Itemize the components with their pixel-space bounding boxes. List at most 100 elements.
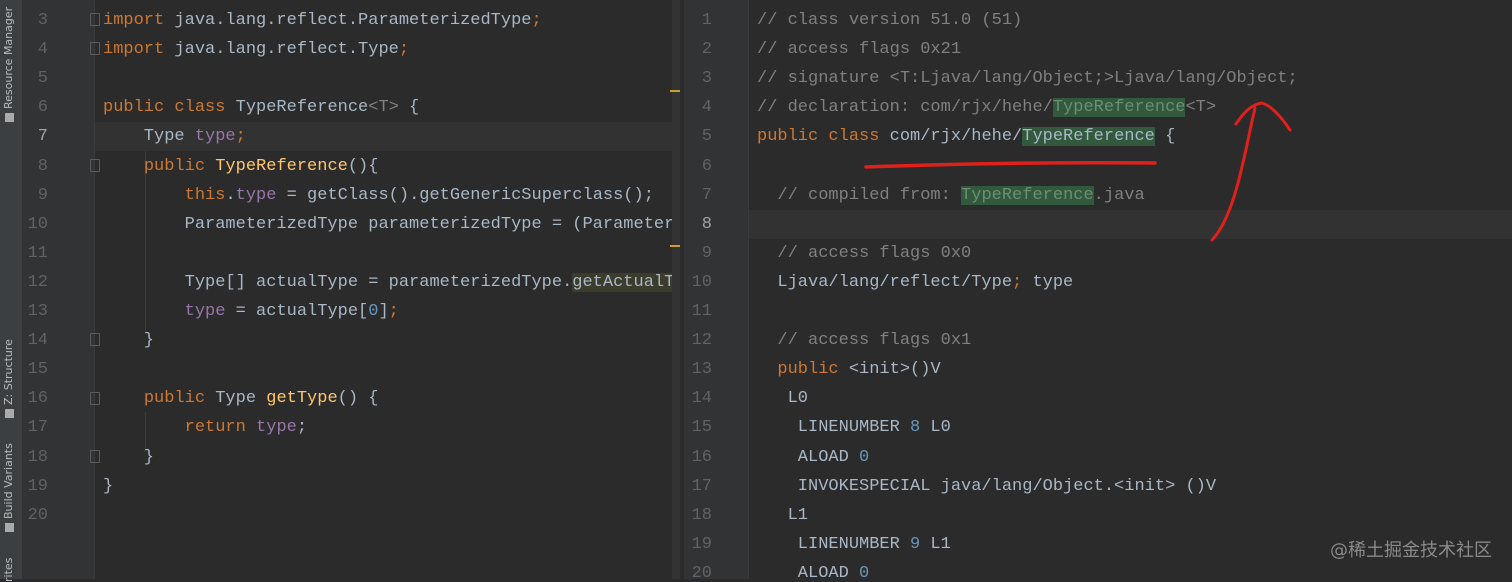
- code-token: public: [777, 360, 839, 380]
- code-token: L1: [757, 505, 809, 525]
- code-token: // access flags 0x1: [757, 331, 972, 351]
- tab-label: Resource Manager: [2, 6, 15, 109]
- favorites-tab[interactable]: rites: [2, 558, 15, 582]
- line-number: 9: [37, 185, 48, 205]
- code-token: return: [184, 418, 257, 438]
- code-token: TypeReference: [961, 185, 1094, 205]
- code-token: ;: [235, 127, 246, 147]
- code-token: ParameterizedType parameterizedType = (P…: [103, 214, 675, 234]
- code-token: type: [235, 185, 277, 205]
- fold-icon[interactable]: [90, 333, 100, 346]
- code-line: LINENUMBER 9 L1: [757, 530, 951, 559]
- code-token: java.lang.reflect.ParameterizedType: [164, 11, 532, 30]
- code-token: 0: [859, 563, 870, 579]
- code-token: ;: [531, 11, 542, 30]
- code-token: }: [103, 331, 155, 351]
- code-token: // class version 51.0 (51): [757, 11, 1023, 30]
- code-line: public Type getType() {: [103, 384, 379, 413]
- tool-window-sidebar: Resource Manager Z: Structure Build Vari…: [0, 0, 23, 582]
- code-token: () {: [337, 389, 379, 409]
- line-number: 6: [701, 156, 712, 176]
- fold-icon[interactable]: [90, 42, 100, 55]
- code-token: public class: [757, 127, 890, 147]
- fold-icon[interactable]: [90, 13, 100, 26]
- tab-label: rites: [2, 557, 15, 582]
- code-line: LINENUMBER 8 L0: [757, 413, 951, 442]
- code-line: Ljava/lang/reflect/Type; type: [757, 268, 1073, 297]
- line-number: 11: [691, 302, 712, 321]
- fold-icon[interactable]: [90, 392, 100, 405]
- structure-icon: [4, 409, 14, 418]
- code-line: import java.lang.reflect.Type;: [103, 35, 409, 64]
- code-token: .java: [1093, 185, 1145, 205]
- code-token: ALOAD: [757, 447, 860, 467]
- code-token: L1: [920, 534, 951, 554]
- code-line: L1: [757, 501, 808, 530]
- tab-label: Build Variants: [2, 443, 15, 519]
- vertical-scrollbar[interactable]: [672, 0, 680, 579]
- code-token: public class: [103, 98, 236, 118]
- code-line: }: [103, 472, 113, 501]
- java-source-editor[interactable]: 3 import java.lang.reflect.ParameterizedT…: [22, 0, 680, 579]
- fold-icon[interactable]: [90, 450, 100, 463]
- code-token: Ljava/lang/reflect/Type: [757, 272, 1013, 292]
- line-number: 8: [37, 156, 48, 176]
- code-token: // access flags 0x0: [757, 243, 972, 263]
- code-token: // signature <T:Ljava/lang/Object;>Ljava…: [757, 69, 1298, 89]
- build-variants-tab[interactable]: Build Variants: [2, 443, 15, 532]
- structure-tab[interactable]: Z: Structure: [2, 339, 15, 418]
- line-number: 5: [701, 127, 712, 147]
- fold-icon[interactable]: [90, 159, 100, 172]
- code-line: public TypeReference(){: [103, 152, 379, 181]
- code-token: (){: [347, 156, 379, 176]
- code-token: // access flags 0x21: [757, 40, 962, 60]
- code-line: import java.lang.reflect.ParameterizedTy…: [103, 6, 542, 35]
- code-token: {: [1154, 127, 1176, 147]
- line-number: 3: [701, 69, 712, 89]
- code-line: ParameterizedType parameterizedType = (P…: [103, 210, 675, 239]
- code-line: public class TypeReference<T> {: [103, 93, 419, 122]
- resource-manager-tab[interactable]: Resource Manager: [2, 7, 15, 122]
- code-token: 0: [859, 447, 870, 467]
- line-number: 6: [37, 98, 48, 118]
- code-token: ;: [296, 418, 308, 438]
- code-line: Type[] actualType = parameterizedType.ge…: [103, 268, 675, 297]
- code-line: // access flags 0x0: [757, 239, 971, 268]
- code-line: L0: [757, 384, 808, 413]
- code-token: type: [256, 418, 297, 438]
- warning-marker[interactable]: [670, 90, 680, 92]
- code-token: Type: [215, 389, 267, 409]
- code-token: }: [103, 447, 155, 467]
- line-number: 12: [691, 331, 712, 351]
- line-number: 7: [37, 127, 48, 147]
- code-token: getType: [266, 389, 338, 409]
- code-token: <T>: [368, 98, 399, 118]
- code-token: type: [184, 302, 226, 321]
- code-token: type: [1022, 272, 1074, 292]
- bytecode-viewer[interactable]: 1 // class version 51.0 (51) 2 // access fl…: [684, 0, 1512, 579]
- code-token: // declaration: com/rjx/hehe/: [757, 98, 1053, 118]
- code-token: ;: [388, 302, 399, 321]
- code-token: Type[] actualType = parameterizedType.: [103, 272, 573, 292]
- line-number: 14: [691, 389, 712, 409]
- code-token: 0: [368, 302, 379, 321]
- line-number: 4: [37, 40, 48, 60]
- code-token: java.lang.reflect.Type: [164, 40, 399, 60]
- line-number: 17: [691, 476, 712, 496]
- code-token: this: [184, 185, 226, 205]
- code-token: Type: [103, 127, 195, 147]
- code-line: // signature <T:Ljava/lang/Object;>Ljava…: [757, 64, 1298, 93]
- code-token: = getClass().getGenericSuperclass();: [276, 185, 654, 205]
- current-line-highlight: [684, 210, 1512, 239]
- code-line: // access flags 0x1: [757, 326, 971, 355]
- code-token: TypeReference: [235, 98, 369, 118]
- code-token: = actualType[: [225, 302, 369, 321]
- line-number: 13: [691, 360, 712, 380]
- warning-marker[interactable]: [670, 245, 680, 247]
- code-token: TypeReference: [215, 156, 348, 176]
- line-number: 14: [27, 331, 48, 351]
- line-number: 5: [37, 69, 48, 89]
